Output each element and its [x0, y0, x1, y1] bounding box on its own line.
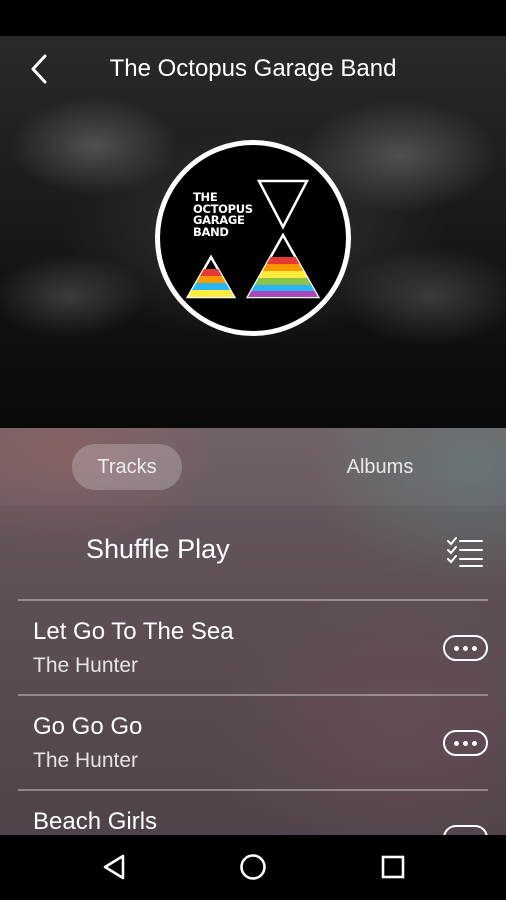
album-art-triangles [185, 179, 321, 299]
status-bar [0, 0, 506, 36]
nav-recents-button[interactable] [373, 849, 413, 885]
album-art: THE OCTOPUS GARAGE BAND [155, 140, 351, 336]
nav-home-button[interactable] [233, 849, 273, 885]
checklist-icon [447, 537, 483, 567]
track-row[interactable]: Let Go To The Sea The Hunter [0, 601, 506, 695]
circle-home-icon [240, 854, 266, 880]
tab-albums[interactable]: Albums [325, 444, 435, 490]
triangle-back-icon [103, 854, 125, 880]
more-options-button[interactable] [443, 730, 488, 756]
content-panel: Tracks Albums Shuffle Play Let Go To The… [0, 428, 506, 835]
chevron-left-icon [31, 54, 47, 84]
more-icon-dot [454, 645, 459, 651]
more-icon-dot [454, 740, 459, 746]
track-artist: The Hunter [33, 749, 139, 772]
track-title: Go Go Go [33, 713, 143, 740]
more-icon-dot [463, 645, 468, 651]
track-row[interactable]: Go Go Go The Hunter [0, 696, 506, 790]
shuffle-play-row[interactable]: Shuffle Play [0, 506, 506, 600]
more-icon-dot [472, 645, 477, 651]
track-artist: The Hunter [33, 654, 139, 677]
tab-tracks[interactable]: Tracks [72, 444, 182, 490]
shuffle-play-label: Shuffle Play [86, 534, 230, 564]
more-icon-dot [463, 740, 468, 746]
track-row[interactable]: Beach Girls [0, 791, 506, 835]
nav-back-button[interactable] [94, 849, 134, 885]
more-options-button[interactable] [443, 825, 488, 835]
more-options-button[interactable] [443, 635, 488, 661]
queue-button[interactable] [446, 536, 484, 568]
track-title: Let Go To The Sea [33, 618, 234, 645]
tab-bar: Tracks Albums [0, 428, 506, 506]
album-header: The Octopus Garage Band THE OCTOPUS GARA… [0, 36, 506, 428]
more-icon-dot [472, 740, 477, 746]
back-button[interactable] [22, 52, 56, 86]
track-title: Beach Girls [33, 808, 158, 835]
system-nav-bar [0, 835, 506, 900]
page-title: The Octopus Garage Band [109, 55, 397, 82]
square-recents-icon [381, 855, 405, 879]
